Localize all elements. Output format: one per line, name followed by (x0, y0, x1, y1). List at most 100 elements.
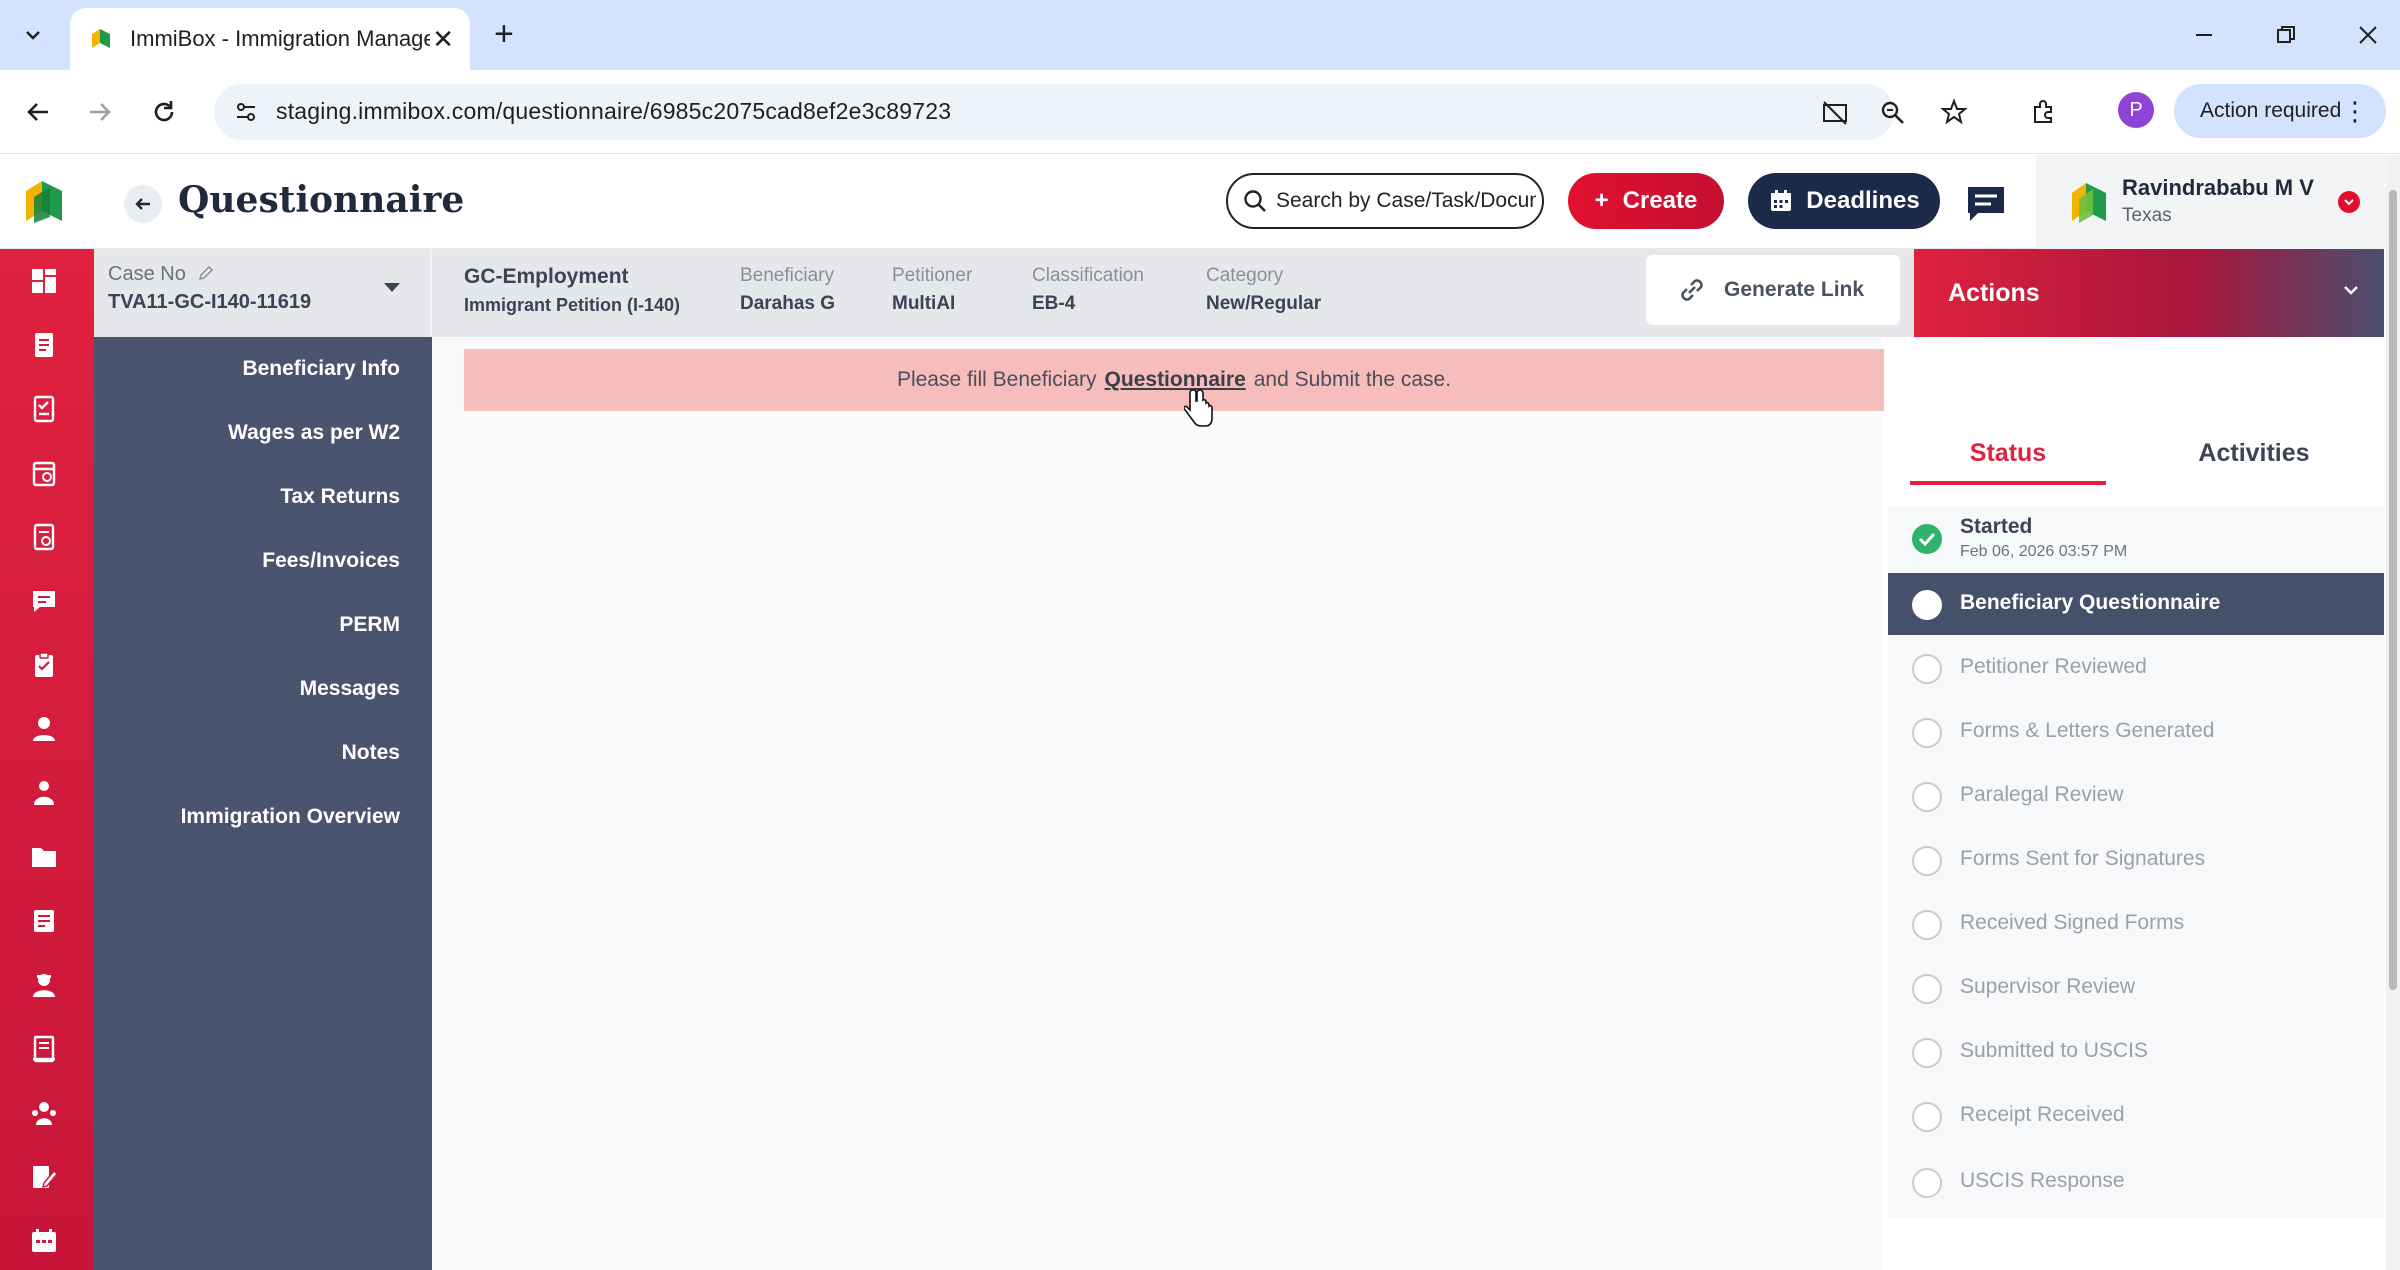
case-dropdown-icon[interactable] (384, 283, 400, 292)
sidebar-item-immigration-overview[interactable]: Immigration Overview (181, 805, 400, 829)
calendar-doc-icon[interactable] (28, 457, 60, 489)
close-icon (2359, 26, 2377, 44)
folder-icon[interactable] (28, 841, 60, 873)
deadlines-label: Deadlines (1806, 187, 1920, 214)
team-icon[interactable] (28, 1097, 60, 1129)
circle-icon (1912, 1168, 1942, 1198)
beneficiary-label: Beneficiary (740, 265, 834, 286)
clipboard-icon[interactable] (28, 649, 60, 681)
circle-icon (1912, 1038, 1942, 1068)
close-window-button[interactable] (2338, 14, 2398, 56)
step-label: Receipt Received (1960, 1103, 2125, 1126)
address-bar[interactable]: staging.immibox.com/questionnaire/6985c2… (214, 84, 1904, 140)
user-menu[interactable]: Ravindrababu M V Texas (2036, 155, 2400, 249)
forward-nav-button[interactable] (80, 92, 120, 132)
alert-text-before: Please fill Beneficiary (896, 368, 1097, 391)
circle-icon (1912, 654, 1942, 684)
edit-doc-icon[interactable] (28, 1161, 60, 1193)
notes-icon[interactable] (28, 905, 60, 937)
new-tab-button[interactable]: + (494, 16, 514, 52)
questionnaire-link[interactable]: Questionnaire (1105, 368, 1246, 392)
status-steps: Started Feb 06, 2026 03:57 PM Beneficiar… (1888, 507, 2384, 1217)
create-button[interactable]: + Create (1568, 173, 1724, 229)
cast-blocked-icon[interactable] (1820, 98, 1850, 128)
circle-icon (1912, 782, 1942, 812)
extensions-button[interactable] (2024, 92, 2064, 132)
actions-dropdown[interactable]: Actions (1914, 249, 2384, 337)
sidebar-item-beneficiary-info[interactable]: Beneficiary Info (242, 357, 400, 381)
report-icon[interactable] (28, 521, 60, 553)
back-nav-button[interactable] (18, 92, 58, 132)
sidebar-item-messages[interactable]: Messages (300, 677, 400, 701)
sidebar-item-tax-returns[interactable]: Tax Returns (280, 485, 400, 509)
schedule-icon[interactable] (28, 1225, 60, 1257)
minimize-button[interactable] (2174, 14, 2234, 56)
more-vertical-icon[interactable]: ⋮ (2342, 98, 2368, 124)
step-supervisor-review[interactable]: Supervisor Review (1888, 957, 2384, 1019)
questionnaire-alert: Please fill Beneficiary Questionnaire an… (464, 349, 1884, 411)
chevron-down-icon (2344, 286, 2358, 295)
site-info-icon[interactable] (230, 96, 262, 128)
immibox-logo-icon[interactable] (20, 177, 68, 227)
user-icon[interactable] (28, 713, 60, 745)
agent-icon[interactable] (28, 969, 60, 1001)
status-tabs: Status Activities (1888, 427, 2384, 485)
generate-link-button[interactable]: Generate Link (1646, 255, 1900, 325)
page-title: Questionnaire (178, 179, 465, 221)
beneficiary-value: Darahas G (740, 293, 836, 314)
checklist-icon[interactable] (28, 393, 60, 425)
tab-activities[interactable]: Activities (2156, 427, 2352, 485)
step-label: Received Signed Forms (1960, 911, 2185, 934)
divider (430, 249, 432, 337)
dashboard-icon[interactable] (28, 265, 60, 297)
actions-label: Actions (1948, 278, 2040, 307)
global-search[interactable] (1226, 173, 1544, 229)
step-label: USCIS Response (1960, 1169, 2125, 1192)
case-no-label: Case No (108, 263, 215, 286)
step-received-signed-forms[interactable]: Received Signed Forms (1888, 893, 2384, 955)
scrollbar-thumb[interactable] (2389, 190, 2397, 990)
zoom-icon[interactable] (1878, 98, 1908, 128)
search-input[interactable] (1276, 189, 1536, 213)
sidebar-item-perm[interactable]: PERM (339, 613, 400, 637)
close-tab-icon[interactable]: ✕ (432, 26, 454, 52)
ledger-icon[interactable] (28, 1033, 60, 1065)
step-forms-sent-signatures[interactable]: Forms Sent for Signatures (1888, 829, 2384, 891)
bookmark-star-button[interactable] (1934, 92, 1974, 132)
classification-value: EB-4 (1032, 293, 1076, 314)
profile-avatar[interactable]: P (2118, 92, 2154, 128)
arrow-right-icon (90, 103, 111, 121)
tab-list-button[interactable] (12, 14, 54, 56)
plus-icon: + (1594, 187, 1609, 214)
messages-icon[interactable] (1964, 183, 2008, 223)
step-beneficiary-questionnaire[interactable]: Beneficiary Questionnaire (1888, 573, 2384, 635)
restore-icon (2277, 26, 2295, 43)
sidebar-item-notes[interactable]: Notes (342, 741, 400, 765)
step-uscis-response[interactable]: USCIS Response (1888, 1151, 2384, 1213)
step-submitted-uscis[interactable]: Submitted to USCIS (1888, 1021, 2384, 1083)
step-receipt-received[interactable]: Receipt Received (1888, 1085, 2384, 1147)
document-icon[interactable] (28, 329, 60, 361)
step-paralegal-review[interactable]: Paralegal Review (1888, 765, 2384, 827)
tab-status[interactable]: Status (1910, 427, 2106, 485)
beneficiary-meta: Beneficiary Darahas G (740, 265, 835, 315)
sidebar-item-fees-invoices[interactable]: Fees/Invoices (262, 549, 400, 573)
action-required-button[interactable]: Action required ⋮ (2174, 84, 2386, 138)
step-petitioner-reviewed[interactable]: Petitioner Reviewed (1888, 637, 2384, 699)
user-dropdown-icon[interactable] (2338, 191, 2360, 213)
reload-icon (154, 101, 174, 122)
status-panel: Status Activities Started Feb 06, 2026 0… (1888, 337, 2384, 1270)
reload-button[interactable] (144, 92, 184, 132)
edit-pencil-icon[interactable] (197, 264, 215, 282)
restore-button[interactable] (2256, 14, 2316, 56)
step-forms-letters-generated[interactable]: Forms & Letters Generated (1888, 701, 2384, 763)
case-number: TVA11-GC-I140-11619 (108, 291, 312, 313)
sidebar-item-wages[interactable]: Wages as per W2 (228, 421, 400, 445)
browser-tab-bar: ImmiBox - Immigration Manage ✕ + (0, 0, 2400, 70)
browser-tab-active[interactable]: ImmiBox - Immigration Manage ✕ (70, 8, 470, 70)
app-header: Questionnaire + Create Deadlines Ravindr… (0, 155, 2400, 249)
page-back-button[interactable] (124, 185, 162, 223)
chat-icon[interactable] (28, 585, 60, 617)
deadlines-button[interactable]: Deadlines (1748, 173, 1940, 229)
group-icon[interactable] (28, 777, 60, 809)
